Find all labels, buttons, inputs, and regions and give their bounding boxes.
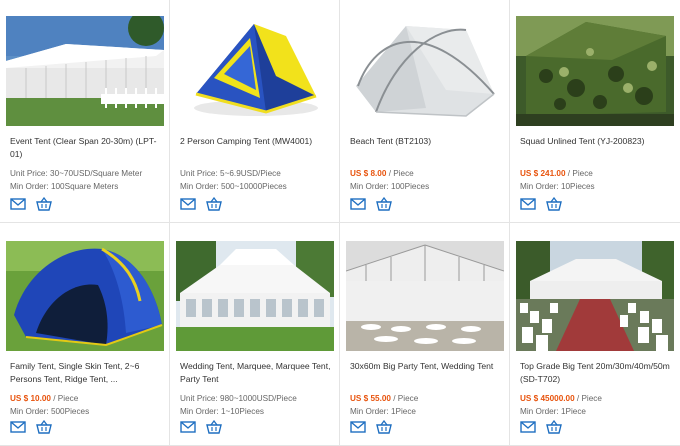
min-order: Min Order: 10Pieces (520, 181, 595, 191)
unit-price: US $ 55.00 / Piece (350, 394, 419, 403)
unit-price: Unit Price: 30~70USD/Square Meter (10, 169, 143, 178)
product-card: Beach Tent (BT2103) US $ 8.00 / Piece Mi… (340, 0, 510, 223)
product-title[interactable]: 30x60m Big Party Tent, Wedding Tent (346, 360, 503, 385)
product-meta: US $ 10.00 / Piece Min Order: 500Pieces (6, 393, 163, 418)
product-card: 2 Person Camping Tent (MW4001) Unit Pric… (170, 0, 340, 223)
min-order: Min Order: 100Pieces (350, 181, 430, 191)
basket-icon[interactable] (376, 420, 392, 434)
product-meta: Unit Price: 30~70USD/Square Meter Min Or… (6, 168, 163, 193)
product-card: Top Grade Big Tent 20m/30m/40m/50m (SD-T… (510, 223, 680, 446)
envelope-icon[interactable] (180, 197, 196, 211)
unit-price: US $ 8.00 / Piece (350, 169, 414, 178)
min-order: Min Order: 1Piece (520, 406, 586, 416)
basket-icon[interactable] (546, 420, 562, 434)
min-order: Min Order: 500~10000Pieces (180, 181, 287, 191)
unit-price: US $ 10.00 / Piece (10, 394, 79, 403)
unit-price: US $ 241.00 / Piece (520, 169, 593, 178)
product-title[interactable]: Family Tent, Single Skin Tent, 2~6 Perso… (6, 360, 163, 385)
min-order: Min Order: 500Pieces (10, 406, 90, 416)
envelope-icon[interactable] (10, 420, 26, 434)
product-title[interactable]: Wedding Tent, Marquee, Marquee Tent, Par… (176, 360, 333, 385)
min-order: Min Order: 1~10Pieces (180, 406, 264, 416)
product-title[interactable]: Top Grade Big Tent 20m/30m/40m/50m (SD-T… (516, 360, 674, 385)
unit-price: Unit Price: 980~1000USD/Piece (180, 394, 297, 403)
envelope-icon[interactable] (520, 197, 536, 211)
min-order: Min Order: 100Square Meters (10, 181, 119, 191)
card-actions (350, 197, 392, 211)
basket-icon[interactable] (546, 197, 562, 211)
product-title[interactable]: Beach Tent (BT2103) (346, 135, 503, 160)
product-card: Squad Unlined Tent (YJ-200823) US $ 241.… (510, 0, 680, 223)
product-card: Event Tent (Clear Span 20-30m) (LPT-01) … (0, 0, 170, 223)
product-title[interactable]: Event Tent (Clear Span 20-30m) (LPT-01) (6, 135, 163, 160)
unit-price: Unit Price: 5~6.9USD/Piece (180, 169, 281, 178)
basket-icon[interactable] (376, 197, 392, 211)
product-meta: US $ 45000.00 / Piece Min Order: 1Piece (516, 393, 674, 418)
product-image[interactable] (6, 16, 164, 126)
card-actions (520, 420, 562, 434)
card-actions (520, 197, 562, 211)
product-image[interactable] (6, 241, 164, 351)
basket-icon[interactable] (36, 420, 52, 434)
basket-icon[interactable] (206, 197, 222, 211)
basket-icon[interactable] (206, 420, 222, 434)
product-card: 30x60m Big Party Tent, Wedding Tent US $… (340, 223, 510, 446)
product-card: Family Tent, Single Skin Tent, 2~6 Perso… (0, 223, 170, 446)
envelope-icon[interactable] (350, 197, 366, 211)
product-title[interactable]: 2 Person Camping Tent (MW4001) (176, 135, 333, 160)
product-image[interactable] (516, 241, 674, 351)
product-card: Wedding Tent, Marquee, Marquee Tent, Par… (170, 223, 340, 446)
product-image[interactable] (346, 16, 504, 126)
product-meta: Unit Price: 980~1000USD/Piece Min Order:… (176, 393, 333, 418)
card-actions (350, 420, 392, 434)
unit-price: US $ 45000.00 / Piece (520, 394, 602, 403)
product-meta: US $ 55.00 / Piece Min Order: 1Piece (346, 393, 503, 418)
product-image[interactable] (176, 16, 334, 126)
product-image[interactable] (176, 241, 334, 351)
product-grid: Event Tent (Clear Span 20-30m) (LPT-01) … (0, 0, 680, 446)
card-actions (10, 420, 52, 434)
product-title[interactable]: Squad Unlined Tent (YJ-200823) (516, 135, 674, 160)
product-meta: US $ 8.00 / Piece Min Order: 100Pieces (346, 168, 503, 193)
card-actions (180, 420, 222, 434)
card-actions (10, 197, 52, 211)
product-image[interactable] (516, 16, 674, 126)
min-order: Min Order: 1Piece (350, 406, 416, 416)
envelope-icon[interactable] (180, 420, 196, 434)
envelope-icon[interactable] (10, 197, 26, 211)
card-actions (180, 197, 222, 211)
envelope-icon[interactable] (520, 420, 536, 434)
envelope-icon[interactable] (350, 420, 366, 434)
product-meta: US $ 241.00 / Piece Min Order: 10Pieces (516, 168, 674, 193)
product-image[interactable] (346, 241, 504, 351)
product-meta: Unit Price: 5~6.9USD/Piece Min Order: 50… (176, 168, 333, 193)
basket-icon[interactable] (36, 197, 52, 211)
